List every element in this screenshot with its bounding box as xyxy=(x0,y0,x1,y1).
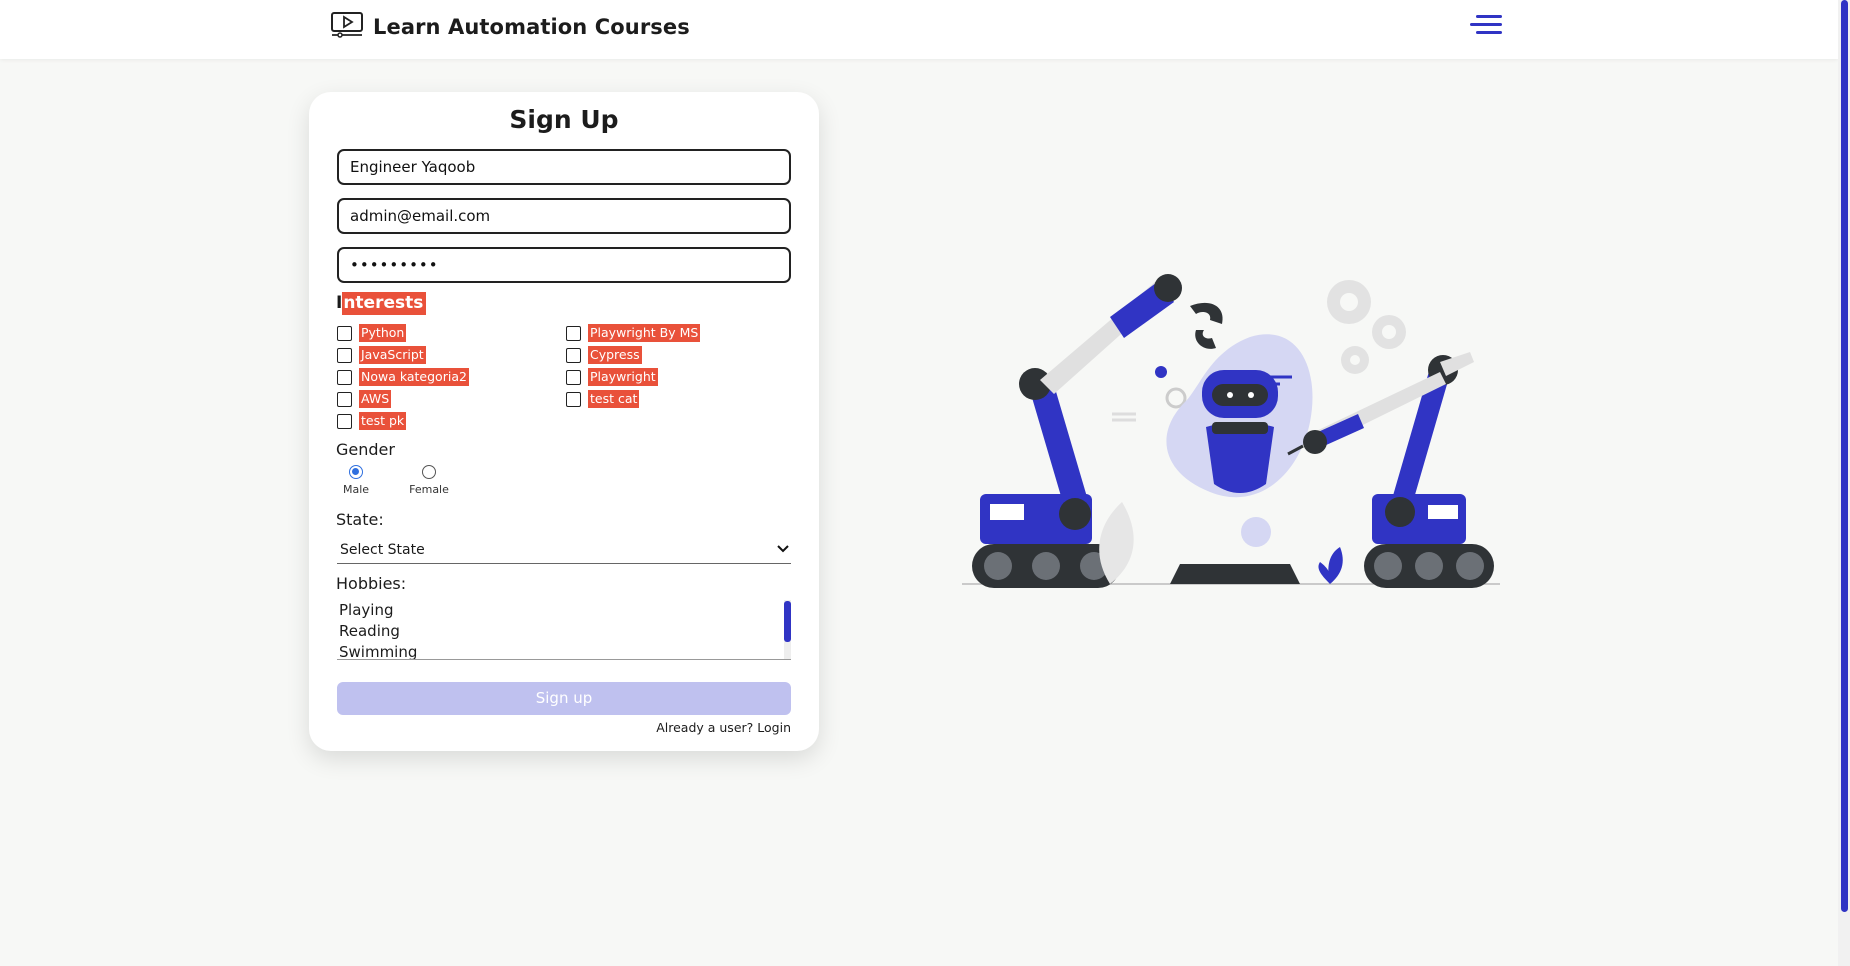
login-link[interactable]: Login xyxy=(757,720,791,735)
hobbies-label: Hobbies: xyxy=(336,574,407,593)
gender-female[interactable]: Female xyxy=(408,465,450,496)
interest-test-cat[interactable]: test cat xyxy=(566,390,640,408)
hobby-option[interactable]: Playing xyxy=(337,600,791,621)
email-input[interactable]: admin@email.com xyxy=(337,198,791,234)
interest-playwright-by-ms[interactable]: Playwright By MS xyxy=(566,324,701,342)
hobby-option[interactable]: Reading xyxy=(337,621,791,642)
signup-title: Sign Up xyxy=(509,105,619,134)
password-input[interactable]: ••••••••• xyxy=(337,247,791,283)
interests-label: Interests xyxy=(336,292,427,315)
gender-male[interactable]: Male xyxy=(342,465,370,496)
interest-label: test pk xyxy=(359,412,407,430)
video-player-icon xyxy=(331,12,363,42)
hobbies-scrollbar[interactable] xyxy=(784,600,791,659)
state-select[interactable]: Select State xyxy=(337,538,791,564)
checkbox[interactable] xyxy=(566,325,581,341)
page-scrollbar[interactable] xyxy=(1838,0,1850,966)
checkbox[interactable] xyxy=(566,369,581,385)
checkbox[interactable] xyxy=(566,391,581,407)
interest-playwright[interactable]: Playwright xyxy=(566,368,658,386)
interest-label: AWS xyxy=(359,390,392,408)
hobbies-scrollbar-thumb[interactable] xyxy=(784,601,791,642)
gender-label: Gender xyxy=(336,440,395,459)
top-navbar: Learn Automation Courses xyxy=(0,0,1838,59)
chevron-down-icon xyxy=(777,542,789,556)
interest-label: JavaScript xyxy=(359,346,426,364)
hobby-option[interactable]: Swimming xyxy=(337,642,791,659)
interest-label: Cypress xyxy=(588,346,642,364)
hamburger-menu-icon[interactable] xyxy=(1466,11,1502,41)
brand[interactable]: Learn Automation Courses xyxy=(331,12,690,42)
state-label: State: xyxy=(336,510,384,529)
interests-label-rest: nterests xyxy=(342,292,427,315)
checkbox[interactable] xyxy=(337,413,352,429)
hobbies-listbox[interactable]: Playing Reading Swimming xyxy=(337,600,791,660)
login-prompt-text: Already a user? xyxy=(656,720,758,735)
interest-label: test cat xyxy=(588,390,640,408)
radio-label: Female xyxy=(409,483,449,496)
checkbox[interactable] xyxy=(337,347,352,363)
robot-arms-illustration xyxy=(960,262,1500,592)
interest-test-pk[interactable]: test pk xyxy=(337,412,407,430)
checkbox[interactable] xyxy=(337,391,352,407)
name-input[interactable]: Engineer Yaqoob xyxy=(337,149,791,185)
checkbox[interactable] xyxy=(337,325,352,341)
interest-aws[interactable]: AWS xyxy=(337,390,392,408)
checkbox[interactable] xyxy=(566,347,581,363)
checkbox[interactable] xyxy=(337,369,352,385)
interest-label: Python xyxy=(359,324,407,342)
login-prompt: Already a user? Login xyxy=(656,720,791,735)
page-scrollbar-thumb[interactable] xyxy=(1841,0,1848,912)
radio-button[interactable] xyxy=(422,465,436,479)
interest-label: Playwright xyxy=(588,368,658,386)
state-select-value: Select State xyxy=(340,542,425,558)
interest-nowa-kategoria2[interactable]: Nowa kategoria2 xyxy=(337,368,469,386)
brand-title: Learn Automation Courses xyxy=(373,15,690,39)
signup-button[interactable]: Sign up xyxy=(337,682,791,715)
interest-cypress[interactable]: Cypress xyxy=(566,346,642,364)
interest-javascript[interactable]: JavaScript xyxy=(337,346,426,364)
interest-label: Playwright By MS xyxy=(588,324,701,342)
interest-label: Nowa kategoria2 xyxy=(359,368,469,386)
interest-python[interactable]: Python xyxy=(337,324,407,342)
radio-label: Male xyxy=(342,483,370,496)
signup-card: Sign Up Engineer Yaqoob admin@email.com … xyxy=(309,92,819,751)
radio-button[interactable] xyxy=(349,465,363,479)
